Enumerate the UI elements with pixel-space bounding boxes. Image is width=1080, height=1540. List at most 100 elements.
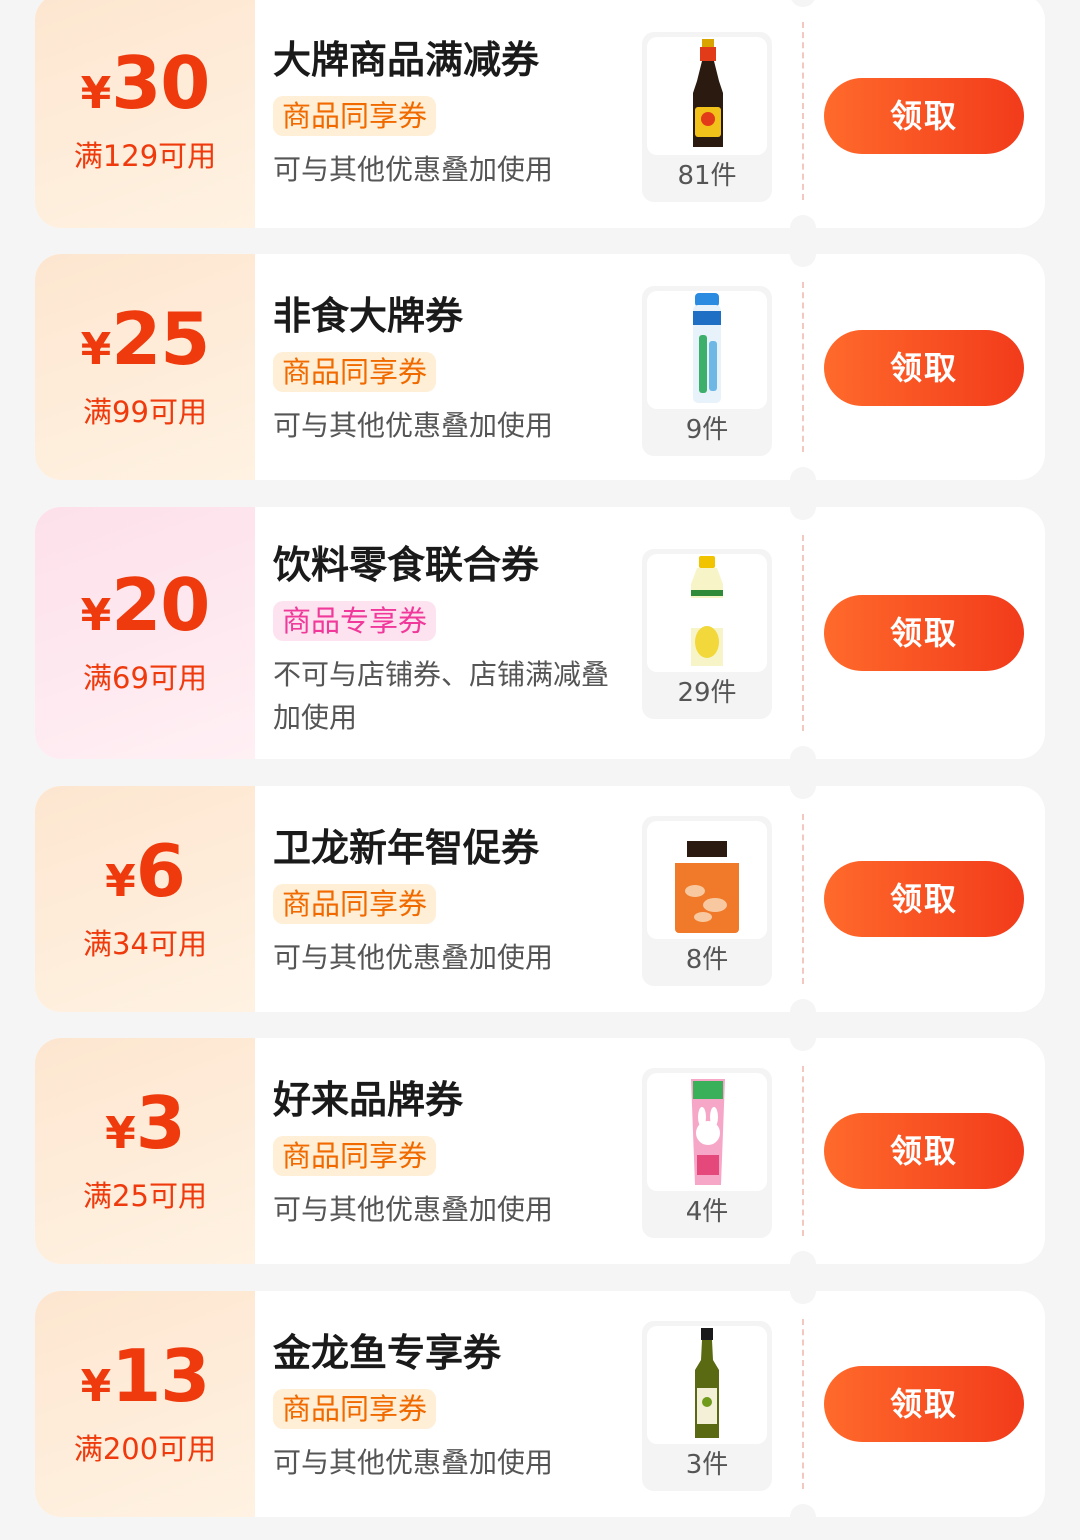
coupon-amount: ¥20	[80, 569, 211, 641]
currency-symbol: ¥	[80, 324, 112, 375]
dashed-divider	[802, 535, 804, 731]
item-count: 29件	[677, 678, 737, 708]
claim-button[interactable]: 领取	[824, 330, 1024, 406]
coupon-threshold: 满25可用	[83, 1179, 207, 1213]
currency-symbol: ¥	[105, 856, 136, 907]
coupon-amount: ¥3	[105, 1087, 186, 1159]
kids-toothpaste-box-icon	[647, 1073, 767, 1191]
coupon-threshold: 满34可用	[83, 927, 207, 961]
ticket-notch	[790, 507, 816, 520]
item-count: 4件	[685, 1197, 729, 1227]
claim-button[interactable]: 领取	[824, 78, 1024, 154]
currency-symbol: ¥	[80, 590, 112, 641]
olive-oil-bottle-icon	[647, 1326, 767, 1444]
coupon-title: 饮料零食联合券	[273, 543, 540, 587]
coupon-amount-panel: ¥20 满69可用	[35, 507, 255, 759]
currency-symbol: ¥	[105, 1108, 136, 1159]
ticket-notch	[790, 1251, 816, 1264]
coupon-threshold: 满99可用	[83, 395, 207, 429]
ticket-notch	[790, 215, 816, 228]
ticket-notch	[790, 1504, 816, 1517]
amount-value: 6	[135, 829, 186, 913]
toothpaste-tube-icon	[647, 291, 767, 409]
juice-bottle-icon	[647, 554, 767, 672]
coupon-amount-panel: ¥30 满129可用	[35, 0, 255, 228]
product-preview[interactable]: 4件	[642, 1068, 772, 1238]
coupon-tag: 商品同享券	[273, 884, 437, 924]
coupon-tag: 商品专享券	[273, 601, 437, 641]
amount-value: 13	[111, 1334, 210, 1418]
coupon-description: 可与其他优惠叠加使用	[273, 153, 554, 186]
product-preview[interactable]: 81件	[642, 32, 772, 202]
coupon-title: 卫龙新年智促券	[273, 826, 540, 870]
amount-value: 25	[111, 297, 210, 381]
snack-bag-icon	[647, 821, 767, 939]
claim-button[interactable]: 领取	[824, 1366, 1024, 1442]
ticket-notch	[790, 254, 816, 267]
coupon-card: ¥3 满25可用 好来品牌券 商品同享券 可与其他优惠叠加使用 4件 领取	[35, 1038, 1045, 1264]
coupon-card: ¥13 满200可用 金龙鱼专享券 商品同享券 可与其他优惠叠加使用 3件 领取	[35, 1291, 1045, 1517]
product-preview[interactable]: 9件	[642, 286, 772, 456]
coupon-amount: ¥25	[80, 303, 211, 375]
coupon-amount-panel: ¥6 满34可用	[35, 786, 255, 1012]
dashed-divider	[802, 814, 804, 984]
coupon-title: 非食大牌券	[273, 294, 464, 338]
coupon-threshold: 满129可用	[73, 139, 217, 173]
currency-symbol: ¥	[80, 1361, 112, 1412]
coupon-threshold: 满200可用	[73, 1432, 217, 1466]
coupon-info: 非食大牌券 商品同享券 可与其他优惠叠加使用	[273, 294, 623, 447]
item-count: 3件	[685, 1450, 729, 1480]
amount-value: 3	[135, 1081, 186, 1165]
ticket-notch	[790, 1038, 816, 1051]
coupon-description: 可与其他优惠叠加使用	[273, 1446, 554, 1479]
currency-symbol: ¥	[80, 68, 112, 119]
claim-button[interactable]: 领取	[824, 595, 1024, 671]
dashed-divider	[802, 1066, 804, 1236]
ticket-notch	[790, 786, 816, 799]
coupon-amount-panel: ¥3 满25可用	[35, 1038, 255, 1264]
ticket-notch	[790, 0, 816, 7]
item-count: 8件	[685, 945, 729, 975]
amount-value: 20	[111, 563, 210, 647]
dashed-divider	[802, 22, 804, 200]
coupon-description: 可与其他优惠叠加使用	[273, 409, 554, 442]
coupon-tag: 商品同享券	[273, 1389, 437, 1429]
coupon-tag: 商品同享券	[273, 352, 437, 392]
coupon-threshold: 满69可用	[83, 661, 207, 695]
claim-button[interactable]: 领取	[824, 861, 1024, 937]
claim-button[interactable]: 领取	[824, 1113, 1024, 1189]
dashed-divider	[802, 1319, 804, 1489]
ticket-notch	[790, 746, 816, 759]
coupon-tag: 商品同享券	[273, 1136, 437, 1176]
soy-sauce-bottle-icon	[647, 37, 767, 155]
coupon-amount: ¥13	[80, 1340, 211, 1412]
coupon-card: ¥25 满99可用 非食大牌券 商品同享券 可与其他优惠叠加使用 9件 领取	[35, 254, 1045, 480]
coupon-info: 好来品牌券 商品同享券 可与其他优惠叠加使用	[273, 1078, 623, 1231]
coupon-info: 卫龙新年智促券 商品同享券 可与其他优惠叠加使用	[273, 826, 623, 979]
item-count: 9件	[685, 415, 729, 445]
coupon-description: 可与其他优惠叠加使用	[273, 941, 554, 974]
ticket-notch	[790, 467, 816, 480]
ticket-notch	[790, 1291, 816, 1304]
item-count: 81件	[677, 161, 737, 191]
coupon-description: 不可与店铺券、店铺满减叠加使用	[273, 658, 610, 734]
coupon-title: 大牌商品满减券	[273, 38, 540, 82]
coupon-info: 饮料零食联合券 商品专享券 不可与店铺券、店铺满减叠加使用	[273, 543, 623, 739]
coupon-amount: ¥6	[105, 835, 186, 907]
product-preview[interactable]: 8件	[642, 816, 772, 986]
coupon-tag: 商品同享券	[273, 96, 437, 136]
coupon-card: ¥20 满69可用 饮料零食联合券 商品专享券 不可与店铺券、店铺满减叠加使用 …	[35, 507, 1045, 759]
coupon-card: ¥6 满34可用 卫龙新年智促券 商品同享券 可与其他优惠叠加使用 8件 领取	[35, 786, 1045, 1012]
coupon-list: ¥30 满129可用 大牌商品满减券 商品同享券 可与其他优惠叠加使用 81件	[0, 0, 1080, 1540]
coupon-info: 大牌商品满减券 商品同享券 可与其他优惠叠加使用	[273, 38, 623, 191]
dashed-divider	[802, 282, 804, 452]
coupon-amount-panel: ¥13 满200可用	[35, 1291, 255, 1517]
coupon-info: 金龙鱼专享券 商品同享券 可与其他优惠叠加使用	[273, 1331, 623, 1484]
coupon-description: 可与其他优惠叠加使用	[273, 1193, 554, 1226]
coupon-amount: ¥30	[80, 47, 211, 119]
product-preview[interactable]: 29件	[642, 549, 772, 719]
coupon-amount-panel: ¥25 满99可用	[35, 254, 255, 480]
coupon-title: 金龙鱼专享券	[273, 1331, 502, 1375]
coupon-card: ¥30 满129可用 大牌商品满减券 商品同享券 可与其他优惠叠加使用 81件	[35, 0, 1045, 228]
product-preview[interactable]: 3件	[642, 1321, 772, 1491]
